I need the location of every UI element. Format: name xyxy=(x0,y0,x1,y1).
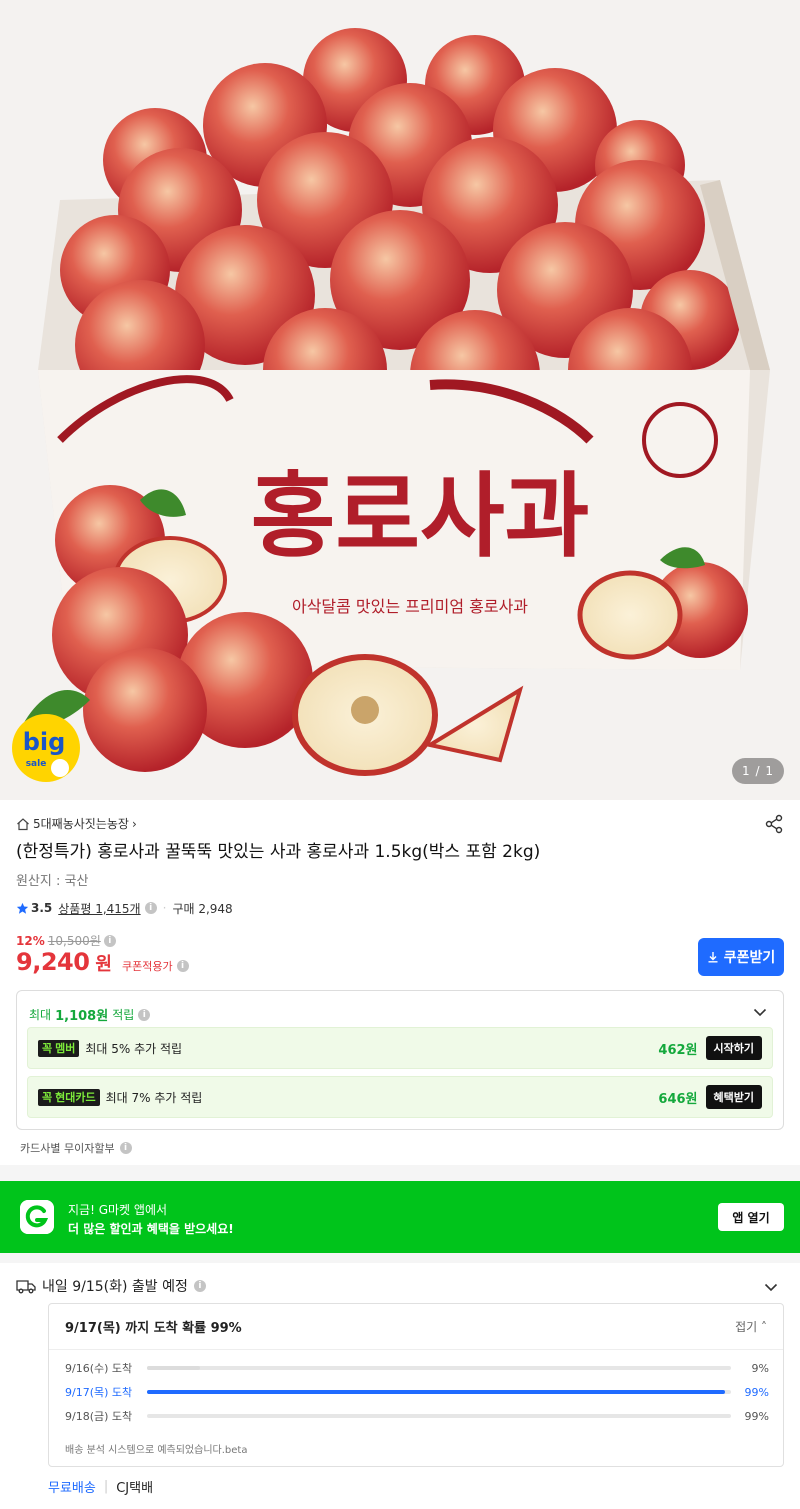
box-subtext: 아삭달콤 맛있는 프리미엄 홍로사과 xyxy=(292,597,528,616)
chevron-up-icon: ˄ xyxy=(761,1320,767,1334)
reward-row-amount: 462원 xyxy=(658,1042,698,1058)
probability-track xyxy=(147,1366,731,1370)
info-icon[interactable]: i xyxy=(193,1280,206,1292)
shipping-header[interactable]: 내일 9/15(화) 출발 예정 i xyxy=(16,1276,206,1296)
divider: · xyxy=(162,901,167,915)
section-divider xyxy=(0,1165,800,1181)
price-unit: 원 xyxy=(95,954,112,975)
product-origin: 원산지 : 국산 xyxy=(16,874,89,889)
apple-box-photo: 홍로사과 아삭달콤 맛있는 프리미엄 홍로사과 xyxy=(0,0,800,800)
coupon-applied-label: 쿠폰적용가 i xyxy=(122,958,189,974)
chevron-right-icon: › xyxy=(131,816,137,831)
product-title: (한정특가) 홍로사과 꿀뚝뚝 맛있는 사과 홍로사과 1.5kg(박스 포함 … xyxy=(16,842,541,862)
card-tag: 꼭 현대카드 xyxy=(38,1088,100,1106)
coupon-download-button[interactable]: 쿠폰받기 xyxy=(698,938,784,976)
rating-row: 3.5 상품평 1,415개 i · 구매 2,948 xyxy=(16,900,233,916)
product-image[interactable]: 홍로사과 아삭달콤 맛있는 프리미엄 홍로사과 big sale 1 / 1 xyxy=(0,0,800,800)
share-icon[interactable] xyxy=(764,814,784,834)
delivery-row: 9/18(금) 도착 99% xyxy=(65,1409,769,1424)
review-link[interactable]: 상품평 1,415개 xyxy=(58,900,140,917)
collapse-button[interactable]: 접기 ˄ xyxy=(735,1318,767,1335)
discount-percent: 12% xyxy=(16,933,45,948)
delivery-row: 9/16(수) 도착 9% xyxy=(65,1361,769,1376)
section-divider xyxy=(0,1253,800,1263)
delivery-summary-text: 9/17(목) 까지 도착 확률 99% xyxy=(65,1321,242,1336)
download-icon xyxy=(708,952,718,963)
probability-track xyxy=(147,1390,731,1394)
open-app-button[interactable]: 앱 열기 xyxy=(718,1203,784,1231)
delivery-row-highlighted: 9/17(목) 도착 99% xyxy=(65,1385,769,1400)
gmarket-logo-icon xyxy=(20,1200,54,1234)
delivery-date: 9/17(목) 도착 xyxy=(65,1386,133,1399)
info-icon[interactable]: i xyxy=(144,902,157,914)
probability-fill xyxy=(147,1390,726,1394)
reward-row-card: 꼭 현대카드 최대 7% 추가 적립 646원 혜택받기 xyxy=(27,1076,773,1118)
reward-summary[interactable]: 최대 1,108원 적립 i xyxy=(29,1005,151,1024)
delivery-date: 9/16(수) 도착 xyxy=(65,1362,133,1375)
divider: | xyxy=(103,1479,109,1494)
delivery-probability-panel: 9/17(목) 까지 도착 확률 99% 접기 ˄ 9/16(수) 도착 9% … xyxy=(48,1303,784,1467)
member-tag: 꼭 멤버 xyxy=(38,1039,80,1057)
delivery-summary: 9/17(목) 까지 도착 확률 99% 접기 ˄ xyxy=(49,1304,783,1350)
chevron-down-icon[interactable] xyxy=(762,1278,780,1296)
probability-value: 9% xyxy=(751,1361,769,1375)
rating-score: 3.5 xyxy=(31,901,53,915)
svg-text:big: big xyxy=(23,728,66,756)
info-icon[interactable]: i xyxy=(103,934,116,947)
app-banner-line1: 지금! G마켓 앱에서 xyxy=(68,1203,168,1217)
delivery-date: 9/18(금) 도착 xyxy=(65,1410,133,1423)
svg-text:sale: sale xyxy=(26,759,47,769)
original-price: 10,500원 xyxy=(47,934,101,948)
reward-row-amount: 646원 xyxy=(658,1091,698,1107)
reward-row-member: 꼭 멤버 최대 5% 추가 적립 462원 시작하기 xyxy=(27,1027,773,1069)
price-original-row: 12% 10,500원 i xyxy=(16,932,116,949)
probability-value: 99% xyxy=(744,1409,769,1423)
current-price: 9,240 xyxy=(16,948,90,976)
reward-desc: 최대 7% 추가 적립 xyxy=(105,1090,203,1105)
truck-icon xyxy=(16,1280,36,1294)
start-button[interactable]: 시작하기 xyxy=(705,1036,762,1060)
reward-desc: 최대 5% 추가 적립 xyxy=(85,1041,183,1056)
seller-link[interactable]: 5대째농사짓는농장 › xyxy=(16,815,137,832)
app-banner[interactable]: 지금! G마켓 앱에서 더 많은 할인과 혜택을 받으세요! 앱 열기 xyxy=(0,1181,800,1253)
probability-value: 99% xyxy=(744,1385,769,1399)
reward-panel: 최대 1,108원 적립 i 꼭 멤버 최대 5% 추가 적립 462원 시작하기… xyxy=(16,990,784,1130)
chevron-down-icon[interactable] xyxy=(751,1003,769,1021)
info-icon[interactable]: i xyxy=(119,1142,132,1154)
app-banner-line2: 더 많은 할인과 혜택을 받으세요! xyxy=(68,1222,234,1236)
home-icon xyxy=(17,817,29,830)
box-brand-text: 홍로사과 xyxy=(251,462,590,570)
installment-link[interactable]: 카드사별 무이자할부 i xyxy=(20,1140,132,1156)
big-sale-badge: big sale xyxy=(12,714,80,782)
reward-amount: 1,108원 xyxy=(55,1009,109,1024)
seller-name: 5대째농사짓는농장 xyxy=(33,817,129,831)
shipping-footer: 무료배송 | CJ택배 xyxy=(48,1477,153,1496)
carrier-name: CJ택배 xyxy=(116,1481,154,1496)
purchase-count: 구매 2,948 xyxy=(172,901,233,916)
free-shipping-label: 무료배송 xyxy=(48,1481,96,1496)
get-benefit-button[interactable]: 혜택받기 xyxy=(705,1085,762,1109)
image-counter: 1 / 1 xyxy=(732,758,784,784)
probability-fill xyxy=(147,1366,200,1370)
star-icon xyxy=(16,902,29,914)
info-icon[interactable]: i xyxy=(176,960,189,972)
probability-track xyxy=(147,1414,731,1418)
info-icon[interactable]: i xyxy=(138,1008,151,1021)
shipping-headline: 내일 9/15(화) 출발 예정 xyxy=(42,1279,188,1295)
delivery-note: 배송 분석 시스템으로 예측되었습니다.beta xyxy=(65,1445,248,1456)
price-current-row: 9,240 원 쿠폰적용가 i xyxy=(16,948,189,976)
